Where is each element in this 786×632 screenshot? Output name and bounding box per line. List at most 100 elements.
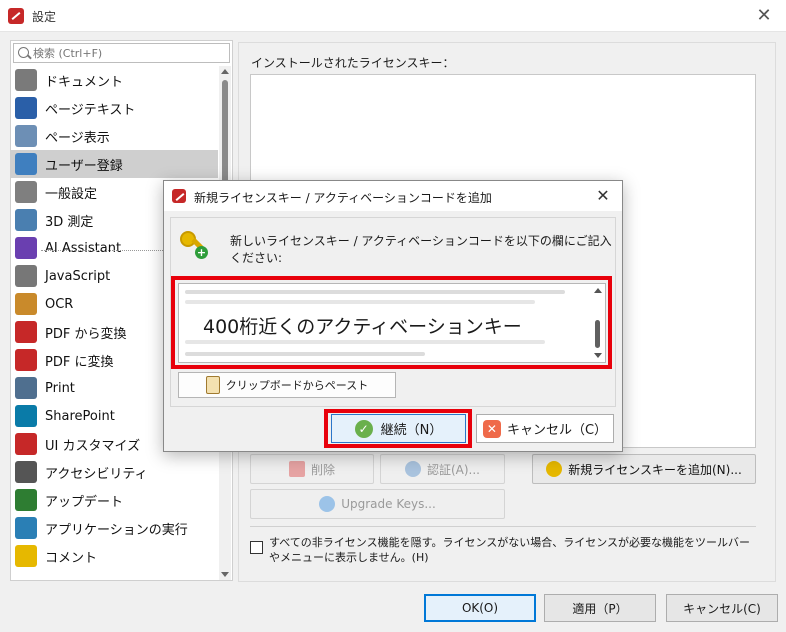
sidebar-item[interactable]: ページ表示 <box>11 122 218 150</box>
convert-to-pdf-icon <box>15 349 37 371</box>
checkmark-icon: ✓ <box>354 419 373 438</box>
sidebar-item-label: ユーザー登録 <box>45 158 123 174</box>
ocr-icon <box>15 293 37 315</box>
search-input[interactable] <box>33 45 223 61</box>
dialog-close-button[interactable]: ✕ <box>592 185 614 207</box>
dialog-titlebar: 新規ライセンスキー / アクティベーションコードを追加 ✕ <box>164 181 622 211</box>
general-settings-icon <box>15 181 37 203</box>
app-logo-icon <box>8 8 24 24</box>
sidebar-item-label: PDF から変換 <box>45 326 127 342</box>
sidebar-item-label: ドキュメント <box>45 74 124 90</box>
sidebar-item[interactable]: アクセシビリティ <box>11 458 218 486</box>
apply-button[interactable]: 適用（P） <box>544 594 656 622</box>
cancel-button[interactable]: キャンセル(C) <box>666 594 778 622</box>
sidebar-item-label: OCR <box>45 296 74 312</box>
cancel-x-icon: ✕ <box>482 419 501 438</box>
search-icon <box>18 47 29 58</box>
accessibility-icon <box>15 461 37 483</box>
document-icon <box>15 69 37 91</box>
authenticate-button[interactable]: 認証(A)... <box>380 454 505 484</box>
sharepoint-icon <box>15 405 37 427</box>
sidebar-item-label: 一般設定 <box>45 186 98 202</box>
window-title: 設定 <box>32 10 57 24</box>
key-add-icon: + <box>178 229 208 259</box>
search-box[interactable] <box>13 43 230 63</box>
add-license-key-button-label: 新規ライセンスキーを追加(N)... <box>568 462 742 477</box>
sidebar-item-label: SharePoint <box>45 408 115 424</box>
dialog-instruction: 新しいライセンスキー / アクティベーションコードを以下の欄にご記入ください: <box>230 234 612 265</box>
continue-button[interactable]: ✓ 継続（N） <box>331 414 466 443</box>
apply-button-label: 適用（P） <box>572 601 628 616</box>
run-application-icon <box>15 517 37 539</box>
window-titlebar: 設定 ✕ <box>0 0 786 32</box>
refresh-icon <box>319 496 336 512</box>
dialog-title: 新規ライセンスキー / アクティベーションコードを追加 <box>194 191 492 205</box>
ui-customize-icon <box>15 433 37 455</box>
javascript-icon <box>15 265 37 287</box>
scroll-up-arrow-icon[interactable] <box>594 288 602 293</box>
sidebar-item-label: UI カスタマイズ <box>45 438 141 454</box>
ok-button-label: OK(O) <box>461 601 499 615</box>
continue-button-label: 継続（N） <box>380 423 443 438</box>
window-close-button[interactable]: ✕ <box>752 4 776 28</box>
key-overlay-text: 400桁近くのアクティベーションキー <box>203 316 522 338</box>
cancel-button-label: キャンセル(C) <box>683 601 761 616</box>
convert-from-pdf-icon <box>15 321 37 343</box>
3d-measure-icon <box>15 209 37 231</box>
hide-unlicensed-label: すべての非ライセンス機能を隠す。ライセンスがない場合、ライセンスが必要な機能をツ… <box>269 536 751 564</box>
sidebar-item-label: アップデート <box>45 494 124 510</box>
divider <box>250 526 756 527</box>
clipboard-icon <box>205 376 220 394</box>
paste-from-clipboard-button[interactable]: クリップボードからペースト <box>178 372 396 398</box>
authenticate-button-label: 認証(A)... <box>426 462 481 477</box>
dialog-cancel-button[interactable]: ✕ キャンセル（C） <box>476 414 614 443</box>
blurred-text-line <box>185 352 425 356</box>
globe-icon <box>404 461 421 477</box>
sidebar-item-label: AI Assistant <box>45 240 122 256</box>
sidebar-item-label: 3D 測定 <box>45 214 94 230</box>
sidebar-item[interactable]: アプリケーションの実行 <box>11 514 218 542</box>
ai-assistant-icon <box>15 237 37 259</box>
sidebar-item-label: コメント <box>45 550 98 566</box>
upgrade-keys-button[interactable]: Upgrade Keys... <box>250 489 505 519</box>
blurred-text-line <box>185 300 535 304</box>
print-icon <box>15 377 37 399</box>
sidebar-item-label: Print <box>45 380 75 396</box>
sidebar-item[interactable]: アップデート <box>11 486 218 514</box>
comment-icon <box>15 545 37 567</box>
dialog-logo-icon <box>172 189 186 203</box>
page-text-icon <box>15 97 37 119</box>
delete-button[interactable]: 削除 <box>250 454 374 484</box>
delete-button-label: 削除 <box>310 462 335 477</box>
upgrade-keys-button-label: Upgrade Keys... <box>341 497 436 511</box>
scroll-up-arrow-icon[interactable] <box>221 69 229 74</box>
sidebar-item-label: ページテキスト <box>45 102 136 118</box>
sidebar-item-label: アクセシビリティ <box>45 466 148 482</box>
sidebar-item-label: JavaScript <box>45 268 111 284</box>
sidebar-item[interactable]: ユーザー登録 <box>11 150 218 178</box>
hide-unlicensed-checkbox[interactable] <box>250 541 263 554</box>
sidebar-item[interactable]: コメント <box>11 542 218 570</box>
page-view-icon <box>15 125 37 147</box>
scroll-down-arrow-icon[interactable] <box>221 572 229 577</box>
sidebar-item[interactable]: ページテキスト <box>11 94 218 122</box>
license-key-textarea[interactable]: 400桁近くのアクティベーションキー <box>178 283 606 363</box>
sidebar-item-label: ページ表示 <box>45 130 110 146</box>
sidebar-item-label: アプリケーションの実行 <box>45 522 188 538</box>
blurred-text-line <box>185 290 565 294</box>
installed-keys-label: インストールされたライセンスキー： <box>251 56 455 70</box>
add-license-key-button[interactable]: 新規ライセンスキーを追加(N)... <box>532 454 756 484</box>
plus-badge: + <box>195 246 208 259</box>
sidebar-item-label: PDF に変換 <box>45 354 114 370</box>
sidebar-item[interactable]: ドキュメント <box>11 66 218 94</box>
key-add-icon <box>546 461 563 477</box>
dialog-cancel-button-label: キャンセル（C） <box>506 423 608 438</box>
user-registration-icon <box>15 153 37 175</box>
textarea-scrollbar[interactable] <box>591 284 605 362</box>
update-icon <box>15 489 37 511</box>
trash-icon <box>288 461 305 477</box>
scrollbar-thumb[interactable] <box>595 320 600 348</box>
scroll-down-arrow-icon[interactable] <box>594 353 602 358</box>
ok-button[interactable]: OK(O) <box>424 594 536 622</box>
blurred-text-line <box>185 340 545 344</box>
